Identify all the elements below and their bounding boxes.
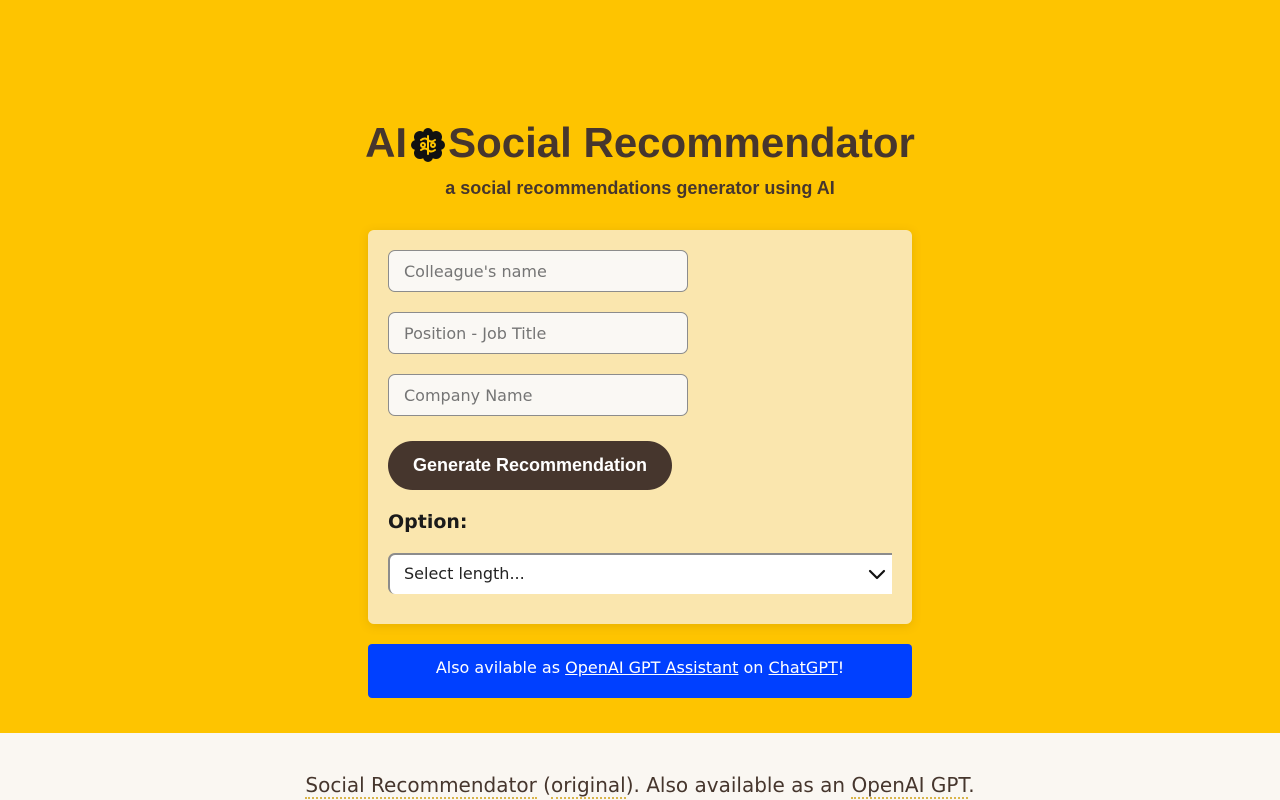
brain-icon <box>411 128 446 162</box>
position-input[interactable] <box>388 312 688 354</box>
banner-middle: on <box>738 658 769 677</box>
footer-openai-gpt-link[interactable]: OpenAI GPT <box>851 773 969 799</box>
hero-section: AI Social Recommendator a social recomme… <box>0 0 1280 733</box>
footer-original-link[interactable]: original <box>550 773 626 799</box>
banner-prefix: Also avilable as <box>435 658 566 677</box>
colleague-name-input[interactable] <box>388 250 688 292</box>
option-label: Option: <box>388 511 468 533</box>
length-select-value: Select length... <box>404 564 525 583</box>
generate-recommendation-button[interactable]: Generate Recommendation <box>388 441 672 490</box>
company-name-input[interactable] <box>388 374 688 416</box>
chatgpt-link[interactable]: ChatGPT <box>769 658 838 677</box>
footer-social-recommendator-link[interactable]: Social Recommendator <box>305 773 537 799</box>
footer-text: Social Recommendator (original). Also av… <box>0 772 1280 799</box>
recommendation-form: Generate Recommendation Option: Select l… <box>368 230 912 624</box>
openai-gpt-assistant-link[interactable]: OpenAI GPT Assistant <box>565 658 738 677</box>
title-ai: AI <box>365 119 408 166</box>
footer-sep2: ). Also available as an <box>625 773 852 797</box>
page-subtitle: a social recommendations generator using… <box>445 178 835 198</box>
footer-end: . <box>968 773 975 797</box>
page-title: AI Social Recommendator <box>0 118 1280 168</box>
chevron-down-icon <box>868 569 886 580</box>
banner-suffix: ! <box>837 658 845 677</box>
length-select[interactable]: Select length... <box>388 553 892 594</box>
footer-sep1: ( <box>536 773 551 797</box>
gpt-assistant-banner: Also avilable as OpenAI GPT Assistant on… <box>368 644 912 698</box>
title-main: Social Recommendator <box>448 119 915 166</box>
